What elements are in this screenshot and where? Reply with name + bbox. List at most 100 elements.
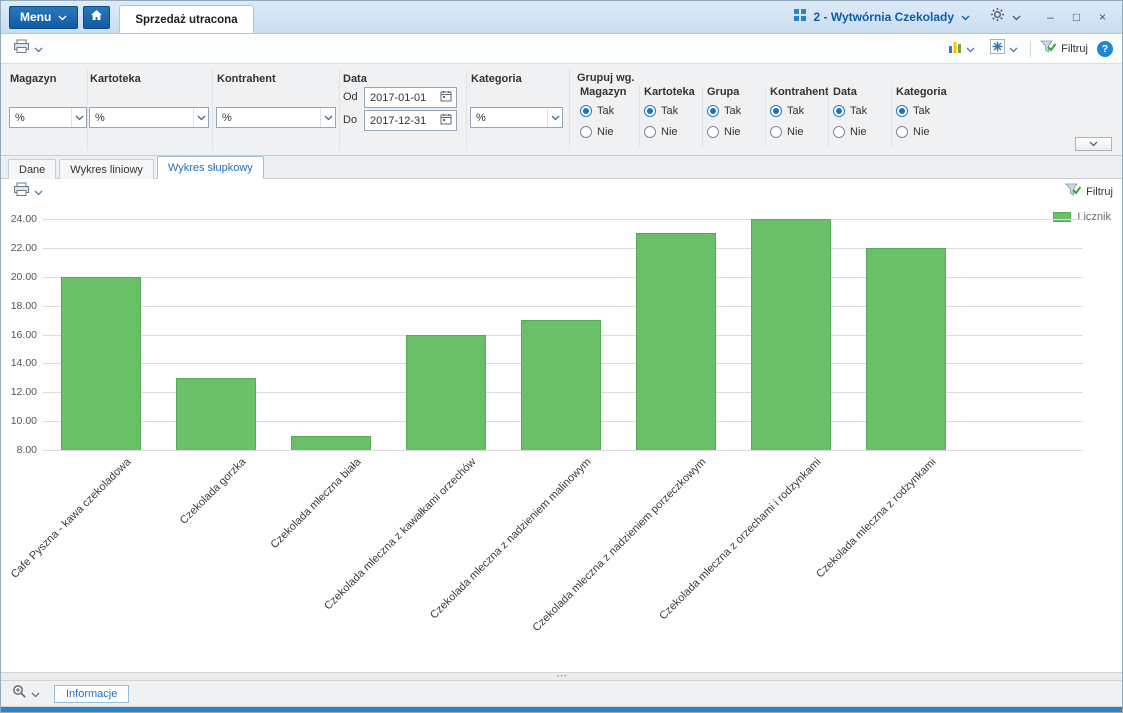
radio-data-tak[interactable]: Tak xyxy=(833,105,891,117)
gear-icon[interactable] xyxy=(990,7,1005,27)
filter-icon xyxy=(1065,183,1082,200)
radio-data-nie[interactable]: Nie xyxy=(833,126,891,138)
x-axis-category-label: Czekolada mleczna biała xyxy=(268,456,364,551)
chart-print-button[interactable] xyxy=(10,180,46,204)
radio-kartoteka-nie[interactable]: Nie xyxy=(644,126,702,138)
minimize-button[interactable]: – xyxy=(1041,8,1060,26)
filter-divider xyxy=(466,69,467,150)
filter-panel: Magazyn % Kartoteka % Kontrahent % Data … xyxy=(1,64,1122,156)
chevron-down-icon[interactable] xyxy=(961,8,970,26)
kontrahent-label: Kontrahent xyxy=(217,73,276,85)
y-axis-tick-label: 16.00 xyxy=(10,328,37,341)
gridline xyxy=(43,450,1083,451)
bar xyxy=(636,233,716,450)
chart-filter-label: Filtruj xyxy=(1086,185,1113,198)
company-selector-label[interactable]: 2 - Wytwórnia Czekolady xyxy=(814,10,954,24)
date-to-input[interactable]: 2017-12-31 xyxy=(364,110,457,131)
menu-button[interactable]: Menu xyxy=(9,5,79,29)
filter-button[interactable]: Filtruj xyxy=(1040,40,1088,57)
chevron-down-icon xyxy=(320,108,335,127)
kategoria-select[interactable]: % xyxy=(470,107,563,128)
tab-wykres-liniowy[interactable]: Wykres liniowy xyxy=(59,159,154,179)
chart-type-button[interactable] xyxy=(945,38,978,60)
radio-dot xyxy=(896,126,908,138)
kontrahent-select[interactable]: % xyxy=(216,107,336,128)
groupby-data-label: Data xyxy=(833,86,857,98)
x-axis-category-label: Czekolada mleczna z nadzieniem malinowym xyxy=(428,456,594,622)
chart-settings-button[interactable] xyxy=(987,37,1021,61)
y-axis-tick-label: 18.00 xyxy=(10,299,37,312)
radio-dot xyxy=(896,105,908,117)
tab-dane[interactable]: Dane xyxy=(8,159,57,179)
printer-icon xyxy=(13,182,30,202)
y-axis-tick-label: 8.00 xyxy=(16,444,37,456)
home-button[interactable] xyxy=(83,5,111,29)
y-axis-tick-label: 10.00 xyxy=(10,415,37,428)
radio-dot xyxy=(580,105,592,117)
splitter-handle[interactable]: ⋯ xyxy=(1,671,1122,682)
bar-chart-icon xyxy=(948,40,962,58)
radio-magazyn-tak[interactable]: Tak xyxy=(580,105,639,117)
radio-label: Nie xyxy=(661,126,678,138)
tab-informacje[interactable]: Informacje xyxy=(54,684,130,703)
print-button[interactable] xyxy=(10,37,46,61)
info-tab-label: Informacje xyxy=(66,687,118,700)
filter-divider xyxy=(569,69,570,150)
maximize-button[interactable]: □ xyxy=(1067,8,1086,26)
radio-label: Nie xyxy=(787,126,804,138)
groupby-grupa: Grupa Tak Nie xyxy=(702,86,765,147)
radio-label: Tak xyxy=(597,105,615,117)
legend-label: Licznik xyxy=(1077,211,1111,223)
radio-label: Nie xyxy=(850,126,867,138)
chart-legend: Licznik xyxy=(1053,211,1111,223)
radio-magazyn-nie[interactable]: Nie xyxy=(580,126,639,138)
main-toolbar: Filtruj ? xyxy=(1,34,1122,64)
view-tabs: Dane Wykres liniowy Wykres słupkowy xyxy=(1,156,1122,179)
chevron-down-icon xyxy=(34,183,43,201)
filter-divider xyxy=(212,69,213,150)
date-from-input[interactable]: 2017-01-01 xyxy=(364,87,457,108)
x-axis-category-label: Czekolada mleczna z nadzieniem porzeczko… xyxy=(530,456,709,634)
tab-sprzedaz-utracona[interactable]: Sprzedaż utracona xyxy=(119,5,254,33)
y-axis-tick-label: 14.00 xyxy=(10,357,37,370)
radio-grupa-tak[interactable]: Tak xyxy=(707,105,765,117)
bar xyxy=(751,219,831,450)
radio-grupa-nie[interactable]: Nie xyxy=(707,126,765,138)
collapse-filters-button[interactable] xyxy=(1075,137,1112,151)
y-axis-tick-label: 12.00 xyxy=(10,386,37,399)
chart-filter-button[interactable]: Filtruj xyxy=(1065,183,1113,200)
radio-kategoria-nie[interactable]: Nie xyxy=(896,126,954,138)
chevron-down-icon xyxy=(31,685,40,703)
bar xyxy=(176,377,256,450)
help-button[interactable]: ? xyxy=(1097,40,1113,57)
calendar-icon[interactable] xyxy=(440,113,452,128)
radio-kartoteka-tak[interactable]: Tak xyxy=(644,105,702,117)
chevron-down-icon[interactable] xyxy=(1012,8,1021,26)
radio-label: Tak xyxy=(661,105,679,117)
data-label: Data xyxy=(343,73,367,85)
calendar-icon[interactable] xyxy=(440,90,452,105)
magazyn-select[interactable]: % xyxy=(9,107,87,128)
close-button[interactable]: × xyxy=(1093,8,1112,26)
chart-options-icon xyxy=(990,38,1006,59)
radio-dot xyxy=(707,105,719,117)
menu-button-label: Menu xyxy=(20,10,52,24)
tab-wykres-slupkowy[interactable]: Wykres słupkowy xyxy=(156,156,264,179)
groupby-kontrahent-label: Kontrahent xyxy=(770,86,829,98)
main-tab-label: Sprzedaż utracona xyxy=(135,13,238,26)
radio-kontrahent-nie[interactable]: Nie xyxy=(770,126,828,138)
radio-dot xyxy=(644,105,656,117)
apps-grid-icon[interactable] xyxy=(793,8,807,27)
magazyn-label: Magazyn xyxy=(10,73,57,85)
radio-kontrahent-tak[interactable]: Tak xyxy=(770,105,828,117)
radio-label: Nie xyxy=(913,126,930,138)
kartoteka-select[interactable]: % xyxy=(89,107,209,128)
chevron-down-icon xyxy=(1009,40,1018,58)
date-from-value: 2017-01-01 xyxy=(370,91,427,104)
bar xyxy=(291,435,371,450)
radio-dot xyxy=(707,126,719,138)
grupuj-label: Grupuj wg. xyxy=(577,72,635,84)
radio-kategoria-tak[interactable]: Tak xyxy=(896,105,954,117)
zoom-button[interactable] xyxy=(9,682,43,706)
status-strip xyxy=(1,707,1122,712)
